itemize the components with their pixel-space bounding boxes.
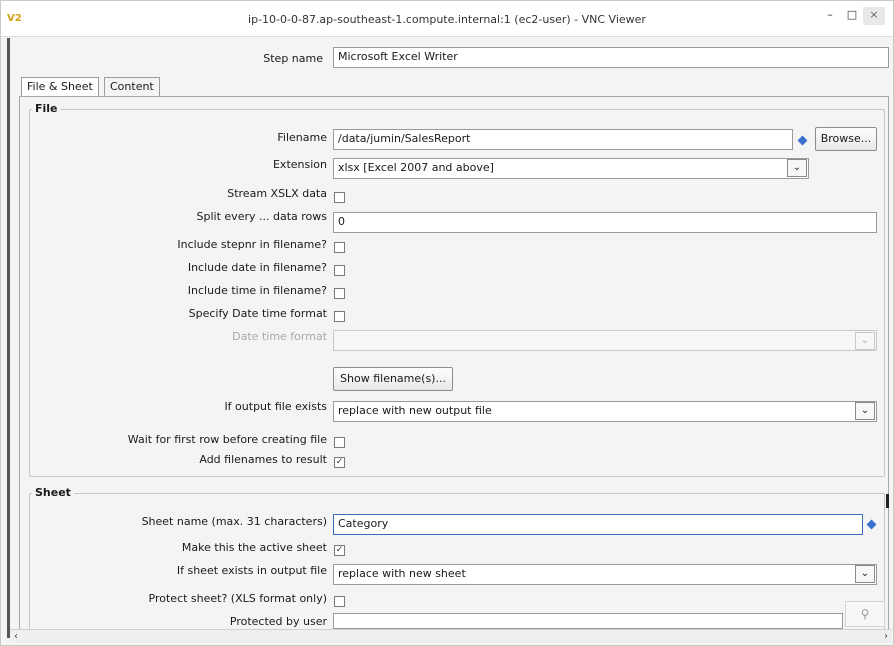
include-stepnr-label: Include stepnr in filename?	[177, 238, 327, 251]
add-filenames-label: Add filenames to result	[199, 453, 327, 466]
protected-by-label: Protected by user	[229, 615, 327, 628]
extension-label: Extension	[272, 158, 327, 171]
horizontal-scrollbar[interactable]: ‹ ›	[10, 629, 892, 643]
specify-format-label: Specify Date time format	[188, 307, 327, 320]
wait-first-row-checkbox[interactable]	[334, 437, 345, 448]
tab-file-and-sheet[interactable]: File & Sheet	[21, 77, 99, 97]
minimize-button[interactable]: –	[819, 7, 841, 25]
sheet-name-label: Sheet name (max. 31 characters)	[141, 515, 327, 528]
include-date-checkbox[interactable]	[334, 265, 345, 276]
protect-sheet-label: Protect sheet? (XLS format only)	[148, 592, 327, 605]
tab-content[interactable]: Content	[104, 77, 160, 96]
extension-select[interactable]: xlsx [Excel 2007 and above]	[333, 158, 809, 179]
window-title: ip-10-0-0-87.ap-southeast-1.compute.inte…	[248, 13, 646, 26]
stream-xlsx-label: Stream XSLX data	[227, 187, 327, 200]
scroll-right-icon[interactable]: ›	[880, 630, 892, 643]
active-sheet-label: Make this the active sheet	[181, 541, 327, 554]
sheet-exists-select[interactable]: replace with new sheet	[333, 564, 877, 585]
include-time-checkbox[interactable]	[334, 288, 345, 299]
stream-xlsx-checkbox[interactable]	[334, 192, 345, 203]
sheet-name-input[interactable]: Category	[333, 514, 863, 535]
include-stepnr-checkbox[interactable]	[334, 242, 345, 253]
scroll-left-icon[interactable]: ‹	[10, 630, 22, 643]
file-group-title: File	[32, 102, 61, 115]
browse-button[interactable]: Browse...	[815, 127, 877, 151]
add-filenames-checkbox[interactable]: ✓	[334, 457, 345, 468]
left-border-bar	[7, 38, 10, 638]
include-time-label: Include time in filename?	[187, 284, 327, 297]
magnifier-icon[interactable]: ⚲	[845, 601, 885, 627]
step-name-label: Step name	[263, 52, 323, 65]
date-time-format-select[interactable]	[333, 330, 877, 351]
specify-format-checkbox[interactable]	[334, 311, 345, 322]
protect-sheet-checkbox[interactable]	[334, 596, 345, 607]
include-date-label: Include date in filename?	[187, 261, 327, 274]
if-output-exists-label: If output file exists	[224, 400, 327, 413]
protected-by-input[interactable]	[333, 613, 843, 629]
title-bar[interactable]: V2 ip-10-0-0-87.ap-southeast-1.compute.i…	[1, 1, 893, 37]
close-button[interactable]: ×	[863, 7, 885, 25]
chevron-down-icon[interactable]: ⌄	[855, 565, 875, 583]
vnc-viewer-window: V2 ip-10-0-0-87.ap-southeast-1.compute.i…	[0, 0, 894, 646]
active-sheet-checkbox[interactable]: ✓	[334, 545, 345, 556]
filename-label: Filename	[277, 131, 327, 144]
wait-first-row-label: Wait for first row before creating file	[127, 433, 327, 446]
sheet-group-title: Sheet	[32, 486, 74, 499]
step-name-input[interactable]: Microsoft Excel Writer	[333, 47, 889, 68]
split-rows-label: Split every ... data rows	[196, 210, 327, 223]
filename-input[interactable]: /data/jumin/SalesReport	[333, 129, 793, 150]
scroll-indicator	[886, 494, 889, 508]
split-rows-input[interactable]: 0	[333, 212, 877, 233]
chevron-down-icon[interactable]: ⌄	[787, 159, 807, 177]
sheet-exists-label: If sheet exists in output file	[176, 564, 327, 577]
if-output-exists-select[interactable]: replace with new output file	[333, 401, 877, 422]
chevron-down-icon[interactable]: ⌄	[855, 332, 875, 350]
chevron-down-icon[interactable]: ⌄	[855, 402, 875, 420]
maximize-button[interactable]: □	[841, 7, 863, 25]
show-filenames-button[interactable]: Show filename(s)...	[333, 367, 453, 391]
date-time-format-label: Date time format	[232, 330, 327, 343]
